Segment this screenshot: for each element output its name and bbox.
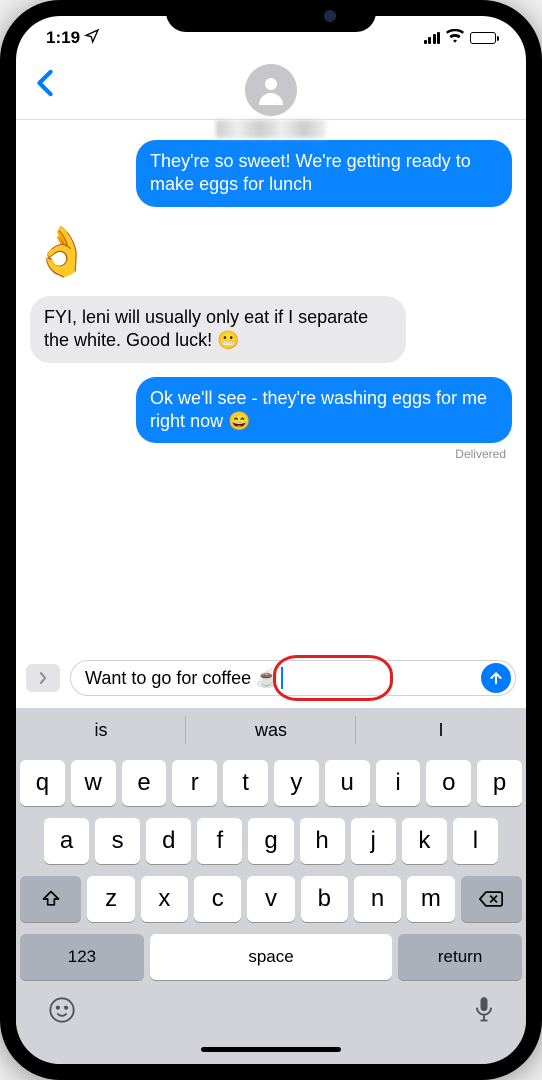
apps-button[interactable] bbox=[26, 664, 60, 692]
key-x[interactable]: x bbox=[141, 876, 188, 922]
key-j[interactable]: j bbox=[351, 818, 396, 864]
contact-info[interactable] bbox=[216, 64, 326, 138]
predictive-suggestion[interactable]: was bbox=[186, 708, 356, 752]
key-o[interactable]: o bbox=[426, 760, 471, 806]
key-a[interactable]: a bbox=[44, 818, 89, 864]
key-e[interactable]: e bbox=[122, 760, 167, 806]
screen: 1:19 bbox=[16, 16, 526, 1064]
message-sent[interactable]: They're so sweet! We're getting ready to… bbox=[136, 140, 512, 207]
key-p[interactable]: p bbox=[477, 760, 522, 806]
back-button[interactable] bbox=[28, 64, 62, 109]
predictive-suggestion[interactable]: I bbox=[356, 708, 526, 752]
shift-key[interactable] bbox=[20, 876, 81, 922]
predictive-suggestion[interactable]: is bbox=[16, 708, 186, 752]
message-received[interactable]: FYI, leni will usually only eat if I sep… bbox=[30, 296, 406, 363]
send-button[interactable] bbox=[481, 663, 511, 693]
location-arrow-icon bbox=[84, 28, 100, 49]
draft-text: Want to go for coffee ☕️ bbox=[85, 668, 279, 689]
keyboard-row-4: 123 space return bbox=[20, 934, 522, 980]
key-u[interactable]: u bbox=[325, 760, 370, 806]
key-w[interactable]: w bbox=[71, 760, 116, 806]
space-key[interactable]: space bbox=[150, 934, 392, 980]
keyboard-row-1: q w e r t y u i o p bbox=[20, 760, 522, 806]
key-d[interactable]: d bbox=[146, 818, 191, 864]
key-z[interactable]: z bbox=[87, 876, 134, 922]
backspace-key[interactable] bbox=[461, 876, 522, 922]
tutorial-highlight-circle bbox=[273, 655, 393, 701]
key-t[interactable]: t bbox=[223, 760, 268, 806]
keyboard: q w e r t y u i o p a s d f g h j k l bbox=[16, 752, 526, 1064]
keyboard-row-2: a s d f g h j k l bbox=[20, 818, 522, 864]
notch bbox=[166, 0, 376, 32]
message-sent[interactable]: Ok we'll see - they're washing eggs for … bbox=[136, 377, 512, 444]
status-time: 1:19 bbox=[46, 28, 80, 48]
key-h[interactable]: h bbox=[300, 818, 345, 864]
wifi-icon bbox=[446, 28, 464, 48]
key-y[interactable]: y bbox=[274, 760, 319, 806]
key-k[interactable]: k bbox=[402, 818, 447, 864]
delivered-label: Delivered bbox=[455, 447, 512, 461]
message-list[interactable]: They're so sweet! We're getting ready to… bbox=[16, 120, 526, 652]
iphone-frame: 1:19 bbox=[0, 0, 542, 1080]
chat-header bbox=[16, 60, 526, 120]
text-cursor bbox=[281, 667, 283, 689]
avatar bbox=[245, 64, 297, 116]
key-b[interactable]: b bbox=[301, 876, 348, 922]
key-s[interactable]: s bbox=[95, 818, 140, 864]
key-v[interactable]: v bbox=[247, 876, 294, 922]
keyboard-row-3: z x c v b n m bbox=[20, 876, 522, 922]
contact-name-redacted bbox=[216, 120, 326, 138]
key-n[interactable]: n bbox=[354, 876, 401, 922]
message-input-row: Want to go for coffee ☕️ bbox=[16, 652, 526, 708]
key-c[interactable]: c bbox=[194, 876, 241, 922]
key-f[interactable]: f bbox=[197, 818, 242, 864]
key-r[interactable]: r bbox=[172, 760, 217, 806]
message-input[interactable]: Want to go for coffee ☕️ bbox=[70, 660, 516, 696]
key-g[interactable]: g bbox=[248, 818, 293, 864]
numeric-key[interactable]: 123 bbox=[20, 934, 144, 980]
key-q[interactable]: q bbox=[20, 760, 65, 806]
emoji-keyboard-button[interactable] bbox=[48, 996, 76, 1029]
battery-icon bbox=[470, 32, 496, 44]
key-m[interactable]: m bbox=[407, 876, 454, 922]
keyboard-bottom-row bbox=[20, 992, 522, 1029]
home-indicator[interactable] bbox=[201, 1047, 341, 1052]
predictive-bar: is was I bbox=[16, 708, 526, 752]
key-l[interactable]: l bbox=[453, 818, 498, 864]
dictation-button[interactable] bbox=[474, 996, 494, 1029]
cell-signal-icon bbox=[424, 32, 441, 44]
return-key[interactable]: return bbox=[398, 934, 522, 980]
key-i[interactable]: i bbox=[376, 760, 421, 806]
message-received-emoji[interactable]: 👌 bbox=[30, 221, 94, 282]
